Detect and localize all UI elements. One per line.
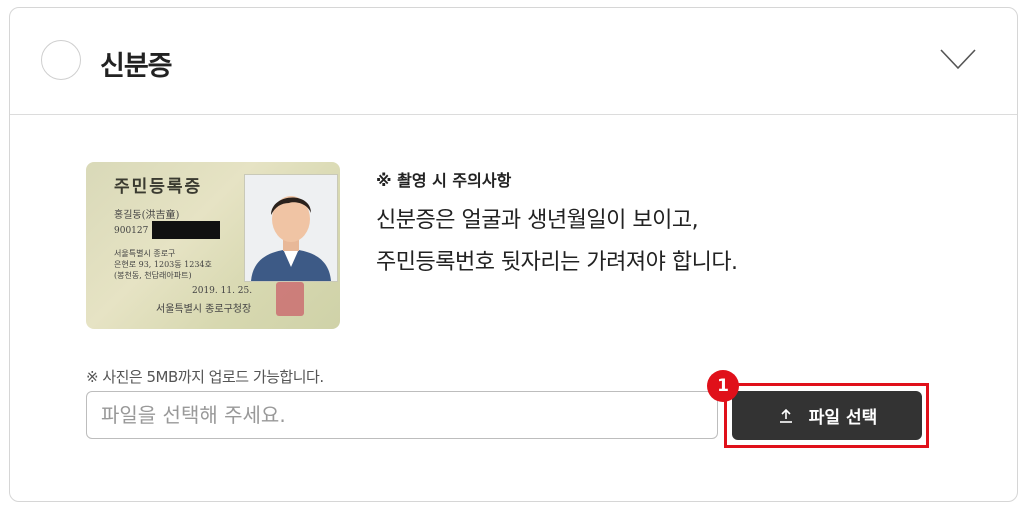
id-card-address-3: (봉천동, 천답래아파트) (114, 271, 192, 280)
notice-line-2: 주민등록번호 뒷자리는 가려져야 합니다. (376, 250, 738, 275)
id-card-address-2: 은현로 93, 1203동 1234호 (114, 260, 212, 269)
id-number-mask (152, 221, 220, 239)
id-card-sample-image: 주민등록증 홍길동(洪吉童) 900127 서울특별시 종로구 은현로 93, … (86, 162, 340, 329)
file-select-button-label: 파일 선택 (808, 408, 878, 428)
id-card-issue-date: 2019. 11. 25. (192, 286, 253, 296)
section-title: 신분증 (100, 51, 173, 82)
step-number-badge: 1 (707, 370, 739, 402)
id-card-issuer: 서울특별시 종로구청장 (156, 304, 252, 315)
file-select-button[interactable]: 파일 선택 (732, 391, 922, 440)
section-radio-button[interactable] (41, 40, 81, 80)
notice-line-1: 신분증은 얼굴과 생년월일이 보이고, (376, 208, 699, 233)
id-card-address-1: 서울특별시 종로구 (114, 249, 176, 258)
id-card-number: 900127 (114, 226, 149, 236)
section-header[interactable]: 신분증 (10, 8, 1017, 115)
file-name-input[interactable] (86, 391, 718, 439)
id-card-title: 주민등록증 (114, 177, 203, 197)
id-card-name: 홍길동(洪吉童) (114, 210, 180, 221)
chevron-down-icon[interactable] (940, 48, 976, 70)
id-photo-portrait (244, 174, 338, 282)
upload-icon (779, 408, 792, 423)
upload-size-note: ※ 사진은 5MB까지 업로드 가능합니다. (86, 368, 324, 386)
official-seal-stamp (276, 282, 304, 316)
notice-heading: ※ 촬영 시 주의사항 (376, 171, 512, 190)
